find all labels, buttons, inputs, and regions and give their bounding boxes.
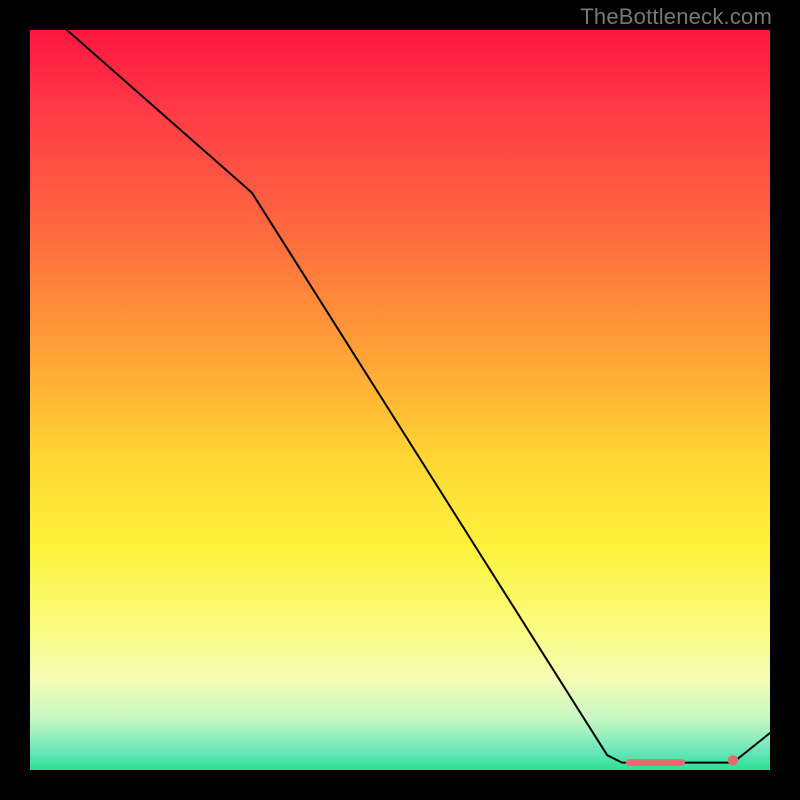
marker-dot [728,755,738,765]
bottleneck-curve [67,30,770,763]
watermark-text: TheBottleneck.com [580,4,772,30]
chart-stage: TheBottleneck.com [0,0,800,800]
marker-bar [626,759,685,766]
chart-svg [30,30,770,770]
plot-area [30,30,770,770]
